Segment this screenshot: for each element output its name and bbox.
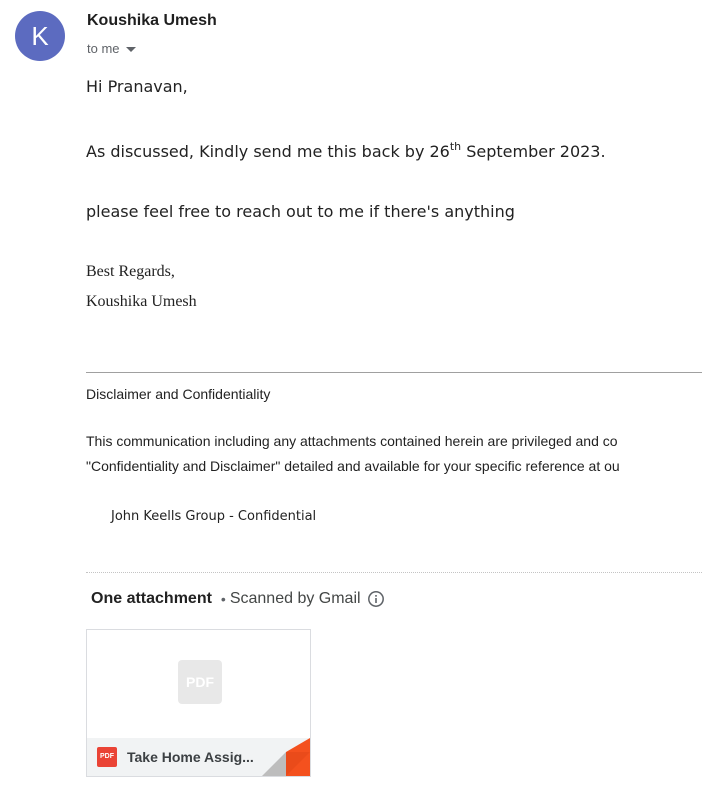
scan-status: Scanned by Gmail <box>229 590 361 607</box>
disclaimer-text-line-2: "Confidentiality and Disclaimer" detaile… <box>86 458 620 474</box>
signature-name: Koushika Umesh <box>86 293 197 310</box>
reach-out-line: please feel free to reach out to me if t… <box>86 202 515 221</box>
page-fold-icon <box>262 738 310 776</box>
disclaimer-title: Disclaimer and Confidentiality <box>86 386 271 402</box>
disclaimer-text-line-1: This communication including any attachm… <box>86 433 618 449</box>
sender-avatar[interactable]: K <box>15 11 65 61</box>
request-line-start: As discussed, Kindly send me this back b… <box>86 142 450 161</box>
signature-divider <box>86 372 702 373</box>
header-separator: • <box>220 591 226 607</box>
recipient-details-toggle[interactable]: to me <box>87 39 136 57</box>
chevron-down-icon[interactable] <box>125 46 136 52</box>
attachment-file-name[interactable]: Take Home Assig... <box>127 749 267 765</box>
classification-label: John Keells Group - Confidential <box>111 509 317 524</box>
pdf-file-icon: PDF <box>178 660 222 704</box>
signoff: Best Regards, <box>86 263 175 280</box>
attachment-preview[interactable]: PDF <box>87 630 310 738</box>
request-line-end: September 2023. <box>461 142 606 161</box>
attachment-count: One attachment <box>91 590 212 607</box>
email-message: K Koushika Umesh to me Hi Pranavan, As d… <box>0 0 702 797</box>
recipient-label: to me <box>87 40 120 56</box>
info-icon[interactable] <box>367 590 385 608</box>
attachments-header: One attachment • Scanned by Gmail <box>91 590 385 608</box>
request-line: As discussed, Kindly send me this back b… <box>86 140 606 161</box>
date-ordinal-suffix: th <box>449 140 462 153</box>
attachment-card[interactable]: PDF PDF Take Home Assig... <box>86 629 311 777</box>
attachments-divider <box>86 572 702 573</box>
greeting-line: Hi Pranavan, <box>86 77 188 96</box>
sender-name[interactable]: Koushika Umesh <box>87 12 217 30</box>
pdf-badge-icon: PDF <box>97 747 117 767</box>
